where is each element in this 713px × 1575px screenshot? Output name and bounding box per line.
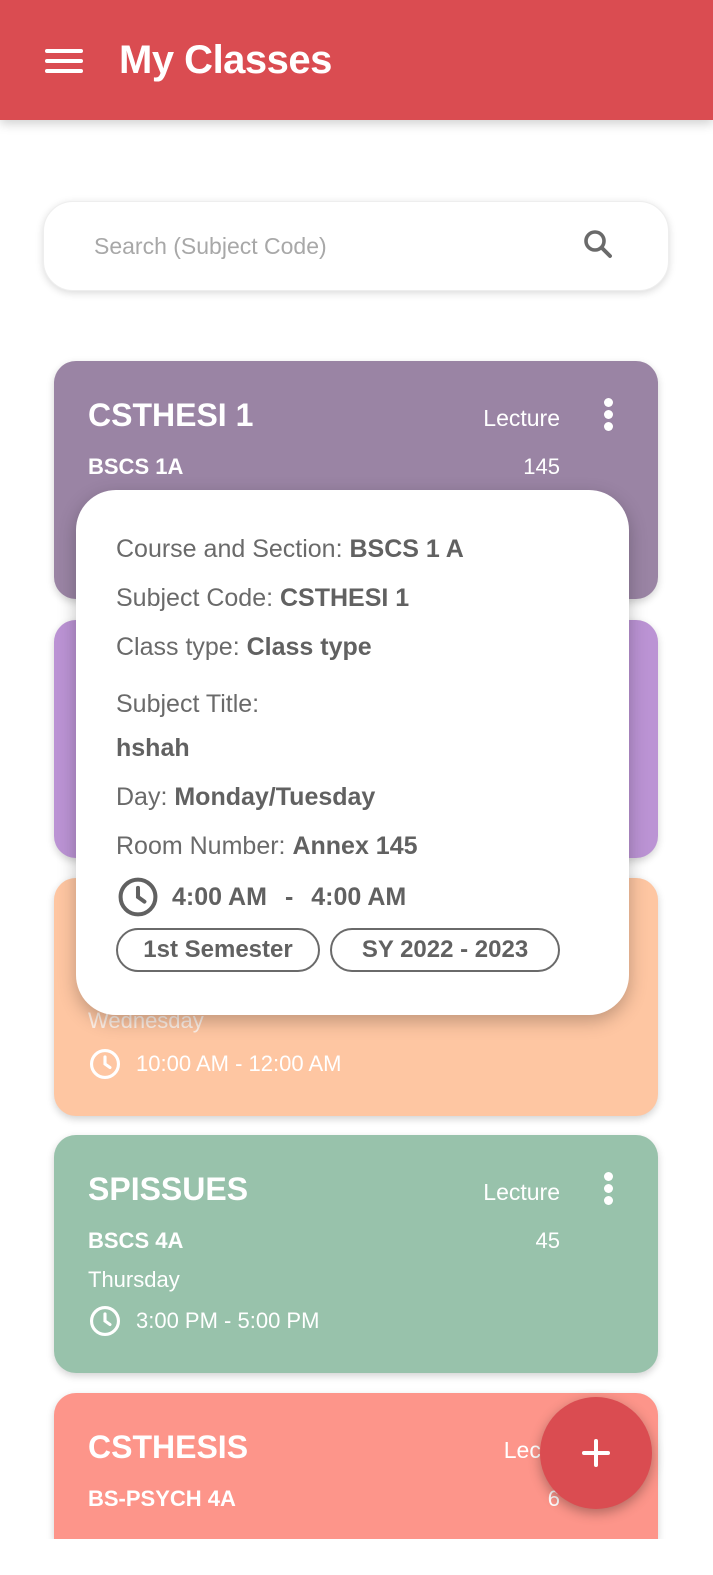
class-time-text: 3:00 PM - 5:00 PM — [136, 1308, 320, 1333]
page-title: My Classes — [119, 38, 332, 82]
course-section-label: Course and Section: — [116, 535, 343, 563]
clock-icon — [89, 1305, 121, 1337]
time-start: 4:00 AM — [172, 882, 267, 911]
subject-title-value: hshah — [116, 734, 190, 762]
class-type-row: Class type: Class type — [116, 633, 372, 662]
subject-code-value: CSTHESI 1 — [280, 584, 410, 612]
search-box — [43, 201, 669, 291]
class-type-value: Class type — [246, 633, 372, 661]
room-value: Annex 145 — [292, 832, 418, 860]
clock-icon — [118, 877, 158, 917]
class-type-label: Class type: — [116, 633, 240, 661]
time-separator: - — [284, 882, 294, 911]
subject-code: CSTHESI 1 — [88, 397, 254, 433]
school-year-badge: SY 2022 - 2023 — [330, 928, 560, 972]
app-bar: My Classes — [0, 0, 713, 120]
search-input[interactable] — [94, 224, 564, 268]
class-type: Lecture — [483, 1179, 560, 1205]
course-section-row: Course and Section: BSCS 1 A — [116, 535, 464, 564]
subject-code: CSTHESIS — [88, 1429, 249, 1465]
menu-icon[interactable] — [45, 45, 83, 75]
clock-icon — [89, 1048, 121, 1080]
room-row: Room Number: Annex 145 — [116, 832, 418, 861]
day-row: Day: Monday/Tuesday — [116, 783, 375, 812]
subject-code: SPISSUES — [88, 1171, 249, 1207]
class-time: 10:00 AM - 12:00 AM — [88, 1046, 341, 1082]
class-type: Lecture — [483, 405, 560, 431]
time-range: 4:00 AM - 4:00 AM — [116, 875, 406, 919]
semester-badge: 1st Semester — [116, 928, 320, 972]
course-section: BSCS 4A — [88, 1228, 184, 1253]
more-options-icon[interactable] — [604, 1172, 614, 1206]
time-end: 4:00 AM — [311, 882, 407, 911]
class-details-popup: Course and Section: BSCS 1 A Subject Cod… — [76, 490, 629, 1015]
subject-code-row: Subject Code: CSTHESI 1 — [116, 584, 409, 613]
room-label: Room Number: — [116, 832, 286, 860]
bottom-edge — [0, 1539, 713, 1575]
day-label: Day: — [116, 783, 168, 811]
subject-title-label: Subject Title: — [116, 690, 260, 718]
day-value: Monday/Tuesday — [174, 783, 376, 811]
course-section: BS-PSYCH 4A — [88, 1486, 236, 1511]
add-class-button[interactable] — [540, 1397, 652, 1509]
course-section-value: BSCS 1 A — [349, 535, 464, 563]
subject-code-label: Subject Code: — [116, 584, 274, 612]
course-section: BSCS 1A — [88, 454, 184, 479]
class-card[interactable]: SPISSUES Lecture BSCS 4A 45 Thursday 3:0… — [54, 1135, 658, 1373]
room-number: 45 — [535, 1228, 560, 1253]
more-options-icon[interactable] — [604, 398, 614, 432]
class-time: 3:00 PM - 5:00 PM — [88, 1303, 319, 1339]
search-icon[interactable] — [580, 226, 616, 262]
class-day: Thursday — [88, 1267, 180, 1292]
class-time-text: 10:00 AM - 12:00 AM — [136, 1051, 342, 1076]
room-number: 145 — [523, 454, 560, 479]
